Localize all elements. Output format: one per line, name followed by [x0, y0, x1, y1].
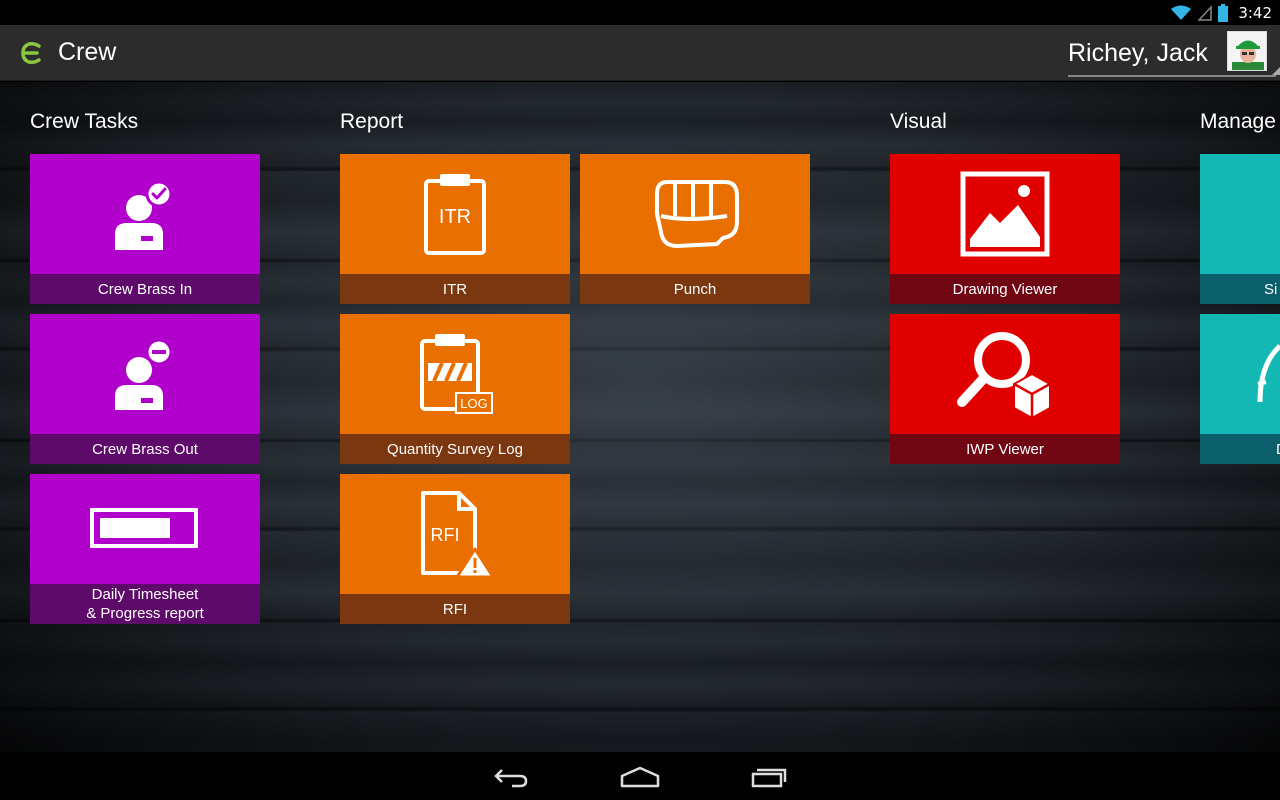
document-warning-icon: RFI	[421, 491, 495, 579]
action-bar: Crew Richey, Jack	[0, 25, 1280, 81]
progress-bar-icon	[90, 508, 198, 548]
section-title-crew-tasks: Crew Tasks	[30, 110, 139, 133]
app-title: Crew	[58, 38, 117, 66]
tile-drawing-viewer[interactable]: Drawing Viewer	[890, 154, 1120, 304]
tile-label: Quantity Survey Log	[340, 434, 570, 464]
signal-icon	[1198, 4, 1213, 21]
tile-rfi[interactable]: RFI RFI	[340, 474, 570, 624]
status-bar: 3:42	[0, 0, 1280, 25]
battery-icon	[1218, 3, 1229, 22]
back-icon	[494, 769, 528, 788]
gauge-icon	[1257, 344, 1280, 403]
clipboard-icon: ITR	[424, 174, 486, 255]
tile-manage-1[interactable]: Si	[1200, 154, 1280, 304]
document-icon-text: RFI	[431, 525, 460, 545]
system-nav-bar	[0, 752, 1280, 800]
tile-label-text: Si	[1264, 280, 1278, 298]
tile-label: Punch	[580, 274, 810, 304]
clipboard-icon-text: ITR	[439, 206, 471, 228]
tile-punch[interactable]: Punch	[580, 154, 810, 304]
dashboard: Crew Tasks Report Visual Manage Crew Bra…	[0, 82, 1280, 752]
clipboard-log-icon: LOG	[420, 334, 493, 414]
tile-label: ITR	[340, 274, 570, 304]
user-account-spinner[interactable]: Richey, Jack	[1068, 25, 1280, 77]
wifi-icon	[1171, 5, 1192, 20]
tile-label: Crew Brass Out	[30, 434, 260, 464]
tile-quantity-survey-log[interactable]: LOG Quantity Survey Log	[340, 314, 570, 464]
home-button[interactable]	[620, 764, 660, 790]
tile-itr[interactable]: ITR ITR	[340, 154, 570, 304]
tile-label-text: D	[1276, 440, 1280, 459]
status-clock: 3:42	[1238, 3, 1272, 22]
recents-button[interactable]	[748, 764, 788, 790]
avatar	[1227, 31, 1267, 71]
tile-label: Si	[1200, 274, 1280, 304]
tile-manage-2[interactable]: D	[1200, 314, 1280, 464]
user-name: Richey, Jack	[1068, 39, 1208, 67]
picture-icon	[960, 171, 1050, 257]
tile-label: D	[1200, 434, 1280, 464]
tile-label-line-2: & Progress report	[86, 605, 204, 622]
fist-icon	[655, 180, 739, 248]
tile-label: IWP Viewer	[890, 434, 1120, 464]
dropdown-indicator-icon	[1272, 67, 1280, 75]
section-title-report: Report	[340, 110, 404, 133]
clipboard-log-icon-text: LOG	[460, 396, 487, 411]
magnifier-cube-icon	[957, 332, 1051, 420]
person-check-icon	[115, 180, 173, 250]
tile-crew-brass-in[interactable]: Crew Brass In	[30, 154, 260, 304]
home-icon	[620, 766, 660, 788]
tile-label: Crew Brass In	[30, 274, 260, 304]
tile-label: Daily Timesheet & Progress report	[30, 584, 260, 624]
person-minus-icon	[115, 338, 173, 410]
tile-crew-brass-out[interactable]: Crew Brass Out	[30, 314, 260, 464]
section-title-manage: Manage	[1200, 110, 1276, 133]
tile-iwp-viewer[interactable]: IWP Viewer	[890, 314, 1120, 464]
tile-label: Drawing Viewer	[890, 274, 1120, 304]
section-title-visual: Visual	[890, 110, 947, 133]
recents-icon	[751, 768, 787, 788]
app-logo-icon[interactable]	[20, 42, 42, 64]
tile-label: RFI	[340, 594, 570, 624]
tile-label-line-1: Daily Timesheet	[91, 586, 199, 603]
back-button[interactable]	[492, 764, 532, 790]
tile-daily-timesheet[interactable]: Daily Timesheet & Progress report	[30, 474, 260, 624]
